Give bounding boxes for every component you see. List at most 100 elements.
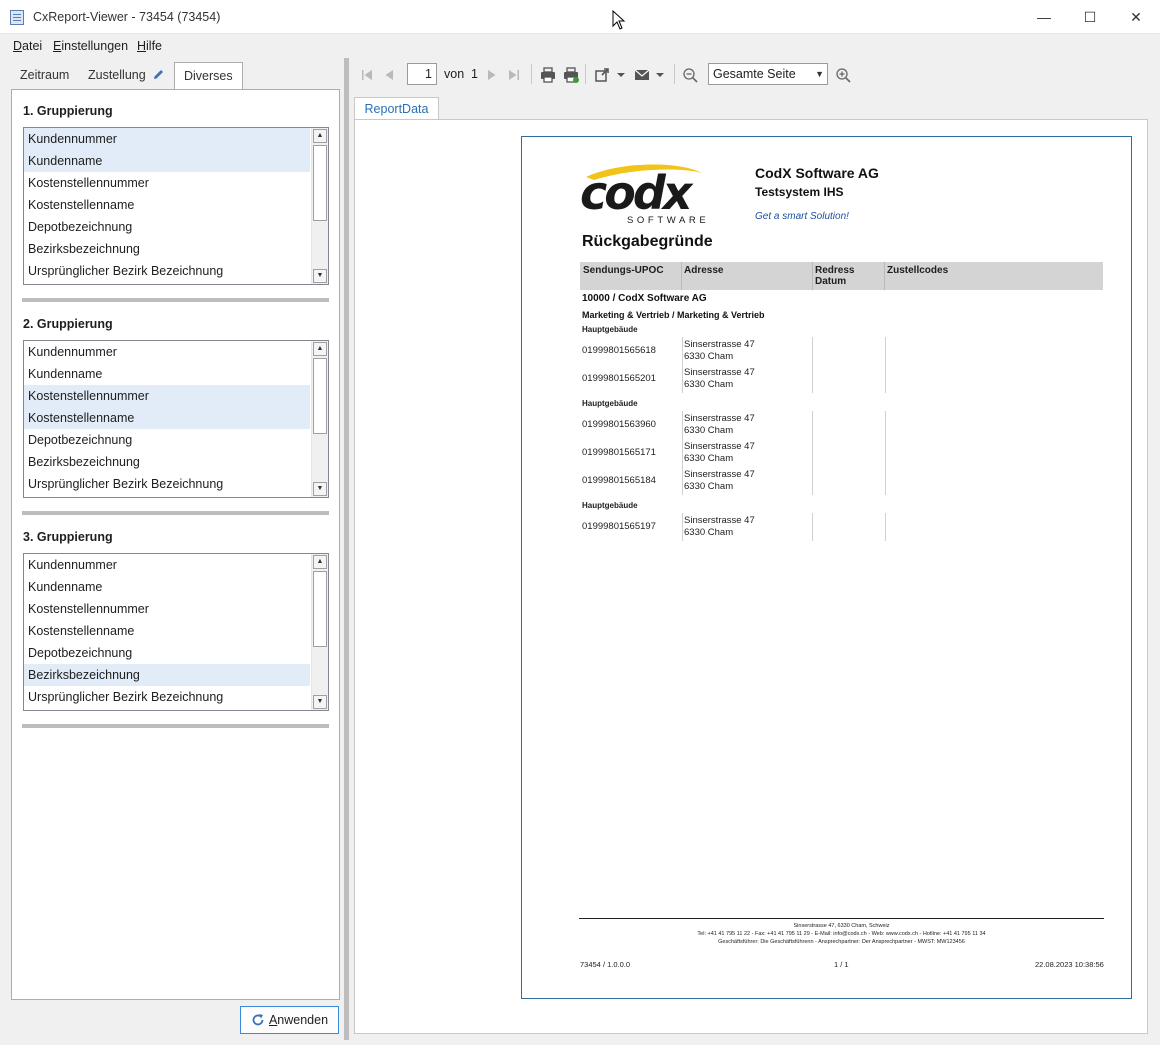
footer-address: Sinserstrasse 47, 6330 Cham, Schweiz — [793, 923, 890, 929]
system-name: Testsystem IHS — [755, 185, 844, 199]
address-street: Sinserstrasse 47 — [684, 339, 755, 350]
scroll-thumb[interactable] — [313, 145, 327, 221]
zoom-out-icon[interactable] — [681, 66, 699, 84]
list-item[interactable]: Kostenstellennummer — [24, 598, 310, 620]
scroll-up-icon[interactable]: ▲ — [313, 129, 327, 143]
list-item[interactable]: Depotbezeichnung — [24, 429, 310, 451]
first-page-icon[interactable] — [358, 66, 376, 84]
mail-icon[interactable] — [633, 66, 651, 84]
scroll-down-icon[interactable]: ▼ — [313, 269, 327, 283]
list-item[interactable]: Kostenstellennummer — [24, 385, 310, 407]
print-layout-icon[interactable] — [562, 66, 580, 84]
tab-zeitraum[interactable]: Zeitraum — [11, 62, 78, 89]
address-city: 6330 Cham — [684, 379, 734, 390]
list-item[interactable]: Kundennummer — [24, 128, 310, 150]
window-title: CxReport-Viewer - 73454 (73454) — [33, 10, 221, 24]
scroll-up-icon[interactable]: ▲ — [313, 555, 327, 569]
column-header: Sendungs-UPOC — [583, 265, 664, 276]
scroll-down-icon[interactable]: ▼ — [313, 482, 327, 496]
row-divider — [682, 513, 683, 541]
group-3-listbox[interactable]: Kundennummer Kundenname Kostenstellennumme… — [23, 553, 329, 711]
address-street: Sinserstrasse 47 — [684, 367, 755, 378]
list-item[interactable]: Kundenname — [24, 363, 310, 385]
row-divider — [885, 439, 886, 467]
cost-center-group-header: Marketing & Vertrieb / Marketing & Vertr… — [582, 310, 765, 320]
tab-zustellung[interactable]: Zustellung — [79, 62, 174, 89]
row-divider — [682, 337, 683, 365]
list-item[interactable]: Kundenname — [24, 576, 310, 598]
tab-reportdata[interactable]: ReportData — [354, 97, 439, 120]
export-dropdown-icon[interactable] — [616, 66, 626, 84]
list-item[interactable]: Ursprünglicher Bezirk Bezeichnung — [24, 473, 310, 495]
apply-label: nwenden — [277, 1013, 329, 1027]
zoom-in-icon[interactable] — [834, 66, 852, 84]
row-divider — [885, 467, 886, 495]
group-1-scrollbar[interactable]: ▲ ▼ — [311, 128, 328, 284]
toolbar-separator — [531, 64, 532, 84]
mail-dropdown-icon[interactable] — [655, 66, 665, 84]
address-street: Sinserstrasse 47 — [684, 441, 755, 452]
list-item[interactable]: Ursprünglicher Bezirk Bezeichnung — [24, 686, 310, 708]
list-item[interactable]: Kundenname — [24, 150, 310, 172]
export-icon[interactable] — [594, 66, 612, 84]
group-1-listbox[interactable]: Kundennummer Kundenname Kostenstellennumme… — [23, 127, 329, 285]
minimize-button[interactable]: — — [1021, 0, 1067, 34]
group-2-listbox[interactable]: Kundennummer Kundenname Kostenstellennumme… — [23, 340, 329, 498]
row-divider — [682, 411, 683, 439]
close-button[interactable]: ✕ — [1113, 0, 1159, 34]
codx-logo: codx SOFTWARE — [580, 164, 706, 225]
menu-datei[interactable]: Datei — [13, 39, 42, 53]
row-divider — [812, 513, 813, 541]
depot-group-header: Hauptgebäude — [582, 325, 638, 334]
next-page-icon[interactable] — [483, 66, 501, 84]
scroll-down-icon[interactable]: ▼ — [313, 695, 327, 709]
column-divider — [812, 262, 813, 290]
address-cell: Sinserstrasse 47 6330 Cham — [684, 515, 755, 539]
pencil-icon — [154, 70, 164, 79]
panel-splitter[interactable] — [344, 58, 349, 1040]
menu-einstellungen[interactable]: Einstellungen — [53, 39, 128, 53]
address-city: 6330 Cham — [684, 425, 734, 436]
page-number-input[interactable]: 1 — [407, 63, 437, 85]
previous-page-icon[interactable] — [380, 66, 398, 84]
footer-timestamp: 22.08.2023 10:38:56 — [1035, 960, 1104, 969]
menu-datei-mnemonic: D — [13, 39, 23, 53]
group-3-scrollbar[interactable]: ▲ ▼ — [311, 554, 328, 710]
scroll-thumb[interactable] — [313, 571, 327, 647]
footer-report-id: 73454 / 1.0.0.0 — [580, 960, 631, 969]
page-of-label: von — [444, 67, 465, 81]
group-2-scrollbar[interactable]: ▲ ▼ — [311, 341, 328, 497]
list-item[interactable]: Kostenstellennummer — [24, 172, 310, 194]
address-city: 6330 Cham — [684, 481, 734, 492]
list-item[interactable]: Kostenstellenname — [24, 620, 310, 642]
list-item[interactable]: Kundennummer — [24, 341, 310, 363]
list-item[interactable]: Kundennummer — [24, 554, 310, 576]
list-item[interactable]: Bezirksbezeichnung — [24, 451, 310, 473]
list-item[interactable]: Bezirksbezeichnung — [24, 238, 310, 260]
list-item[interactable]: Kostenstellenname — [24, 194, 310, 216]
row-divider — [885, 513, 886, 541]
list-item[interactable]: Bezirksbezeichnung — [24, 664, 310, 686]
last-page-icon[interactable] — [505, 66, 523, 84]
tab-diverses[interactable]: Diverses — [174, 62, 243, 90]
print-icon[interactable] — [539, 66, 557, 84]
scroll-up-icon[interactable]: ▲ — [313, 342, 327, 356]
toolbar-separator — [674, 64, 675, 84]
menu-hilfe[interactable]: Hilfe — [137, 39, 162, 53]
menu-hilfe-label: ilfe — [146, 39, 163, 53]
list-item[interactable]: Ursprünglicher Bezirk Bezeichnung — [24, 260, 310, 282]
footer-rule — [579, 918, 1104, 919]
apply-button[interactable]: Anwenden — [240, 1006, 339, 1034]
group-separator — [22, 511, 329, 515]
list-item[interactable]: Depotbezeichnung — [24, 216, 310, 238]
refresh-icon — [252, 1014, 264, 1026]
zoom-select[interactable]: Gesamte Seite ▼ — [708, 63, 828, 85]
scroll-thumb[interactable] — [313, 358, 327, 434]
list-item[interactable]: Kostenstellenname — [24, 407, 310, 429]
list-item[interactable]: Depotbezeichnung — [24, 642, 310, 664]
group-2-title: 2. Gruppierung — [23, 317, 113, 331]
maximize-button[interactable]: ☐ — [1067, 0, 1113, 34]
tab-zustellung-label: Zustellung — [88, 68, 146, 82]
row-divider — [885, 411, 886, 439]
menu-bar: Datei Einstellungen Hilfe — [0, 35, 1160, 57]
